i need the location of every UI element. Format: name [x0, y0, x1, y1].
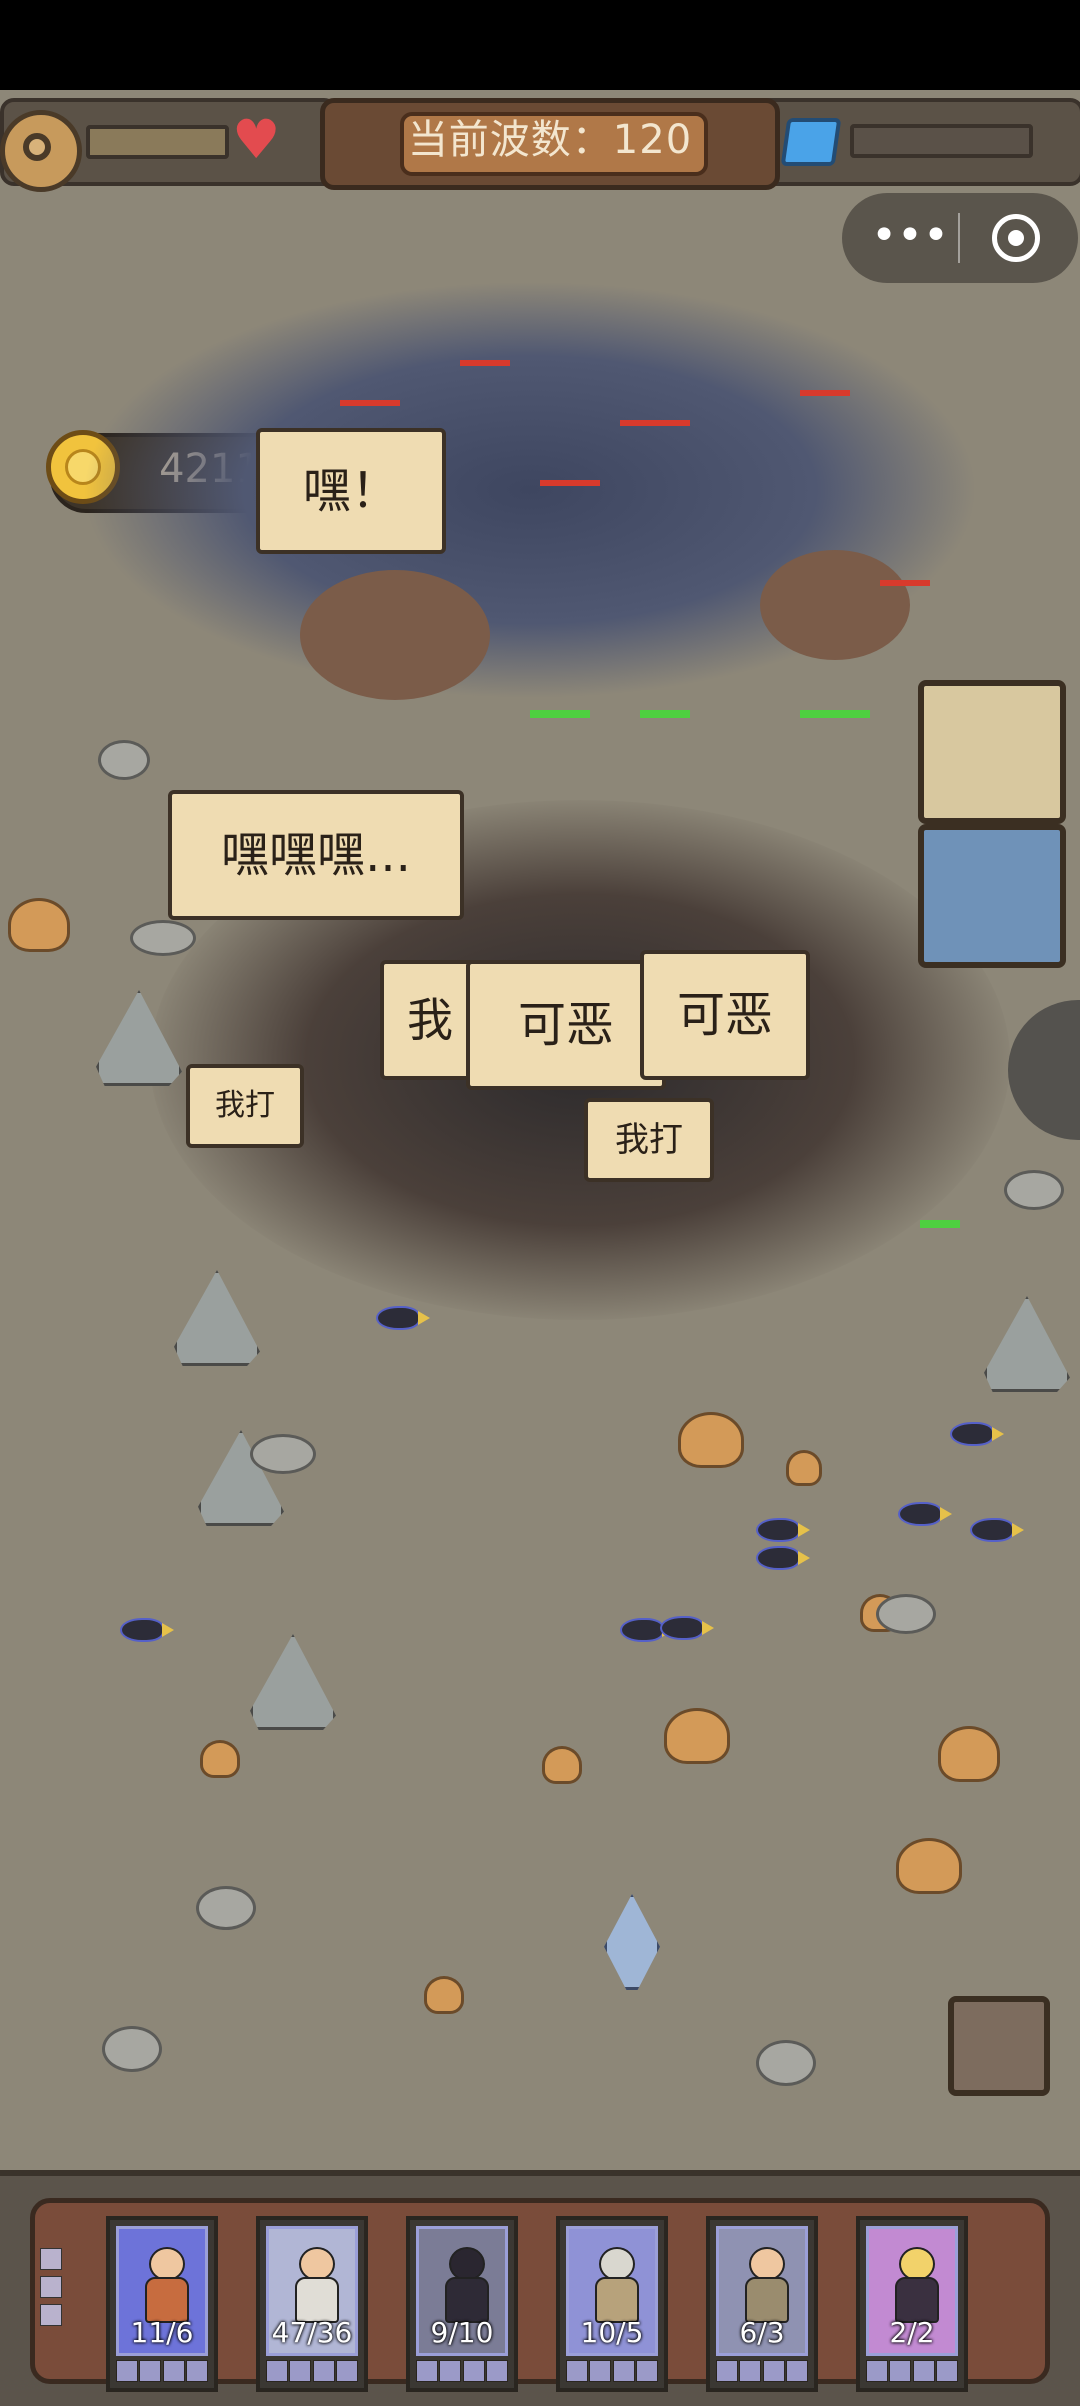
heart-icon: ♥: [232, 108, 281, 171]
unit-skill-icons: [416, 2360, 508, 2382]
unit-count: 2/2: [889, 2316, 935, 2349]
sand-mound: [938, 1726, 1000, 1782]
unit-card-fighter[interactable]: 6/3: [706, 2216, 818, 2392]
fish-unit: [620, 1618, 674, 1642]
enemy-hp-bar: [880, 580, 930, 586]
pebble: [130, 920, 196, 956]
speech-bubble: 我: [380, 960, 480, 1080]
sand-mound: [786, 1450, 822, 1486]
enemy-hp-bar: [340, 400, 400, 406]
wave-counter: 当前波数：120: [407, 117, 693, 163]
unit-skill-icons: [866, 2360, 958, 2382]
enemy-hp-bar: [460, 360, 510, 366]
enemy-hp-bar: [540, 480, 600, 486]
side-card-archer[interactable]: [918, 680, 1066, 824]
speech-bubble: 可恶: [640, 950, 810, 1080]
pebble: [250, 1434, 316, 1474]
fish-unit: [756, 1546, 810, 1570]
pebble: [98, 740, 150, 780]
unit-card-elder[interactable]: 10/5: [556, 2216, 668, 2392]
sand-mound: [424, 1976, 464, 2014]
sand-mound: [678, 1412, 744, 1468]
speech-bubble: 我打: [186, 1064, 304, 1148]
fish-unit: [950, 1422, 1004, 1446]
enemy-hp-bar: [800, 390, 850, 396]
tray-side-icons: [40, 2248, 64, 2328]
dust-cloud: [300, 570, 490, 700]
speech-bubble: 我打: [584, 1098, 714, 1182]
pebble: [196, 1886, 256, 1930]
rock: [250, 1634, 336, 1730]
pebble: [876, 1594, 936, 1634]
unit-count: 9/10: [430, 2316, 494, 2349]
pebble: [1004, 1170, 1064, 1210]
sand-mound: [200, 1740, 240, 1778]
unit-card-ninja[interactable]: 9/10: [406, 2216, 518, 2392]
ally-hp-bar: [920, 1220, 960, 1228]
sand-mound: [896, 1838, 962, 1894]
fish-unit: [898, 1502, 952, 1526]
ninja-card[interactable]: [948, 1996, 1050, 2096]
fish-unit: [120, 1618, 174, 1642]
fish-unit: [660, 1616, 714, 1640]
gear-icon[interactable]: [0, 110, 82, 192]
status-bar: [0, 0, 1080, 90]
fish-unit: [756, 1518, 810, 1542]
unit-count: 10/5: [580, 2316, 644, 2349]
ally-hp-bar: [530, 710, 590, 718]
unit-count: 11/6: [130, 2316, 194, 2349]
pebble: [102, 2026, 162, 2072]
pebble: [756, 2040, 816, 2086]
unit-count: 6/3: [739, 2316, 785, 2349]
speech-bubble: 嘿嘿嘿...: [168, 790, 464, 920]
more-dots-icon[interactable]: •••: [870, 213, 950, 263]
fish-unit: [376, 1306, 430, 1330]
sand-mound: [542, 1746, 582, 1784]
capsule-divider: [958, 213, 960, 263]
unit-skill-icons: [116, 2360, 208, 2382]
speech-bubble: 嘿！: [256, 428, 446, 554]
sand-mound: [8, 898, 70, 952]
unit-card-chef[interactable]: 47/36: [256, 2216, 368, 2392]
ally-hp-bar: [640, 710, 690, 718]
sand-mound: [664, 1708, 730, 1764]
unit-count: 47/36: [271, 2316, 353, 2349]
cube-icon: [780, 118, 842, 166]
enemy-hp-bar: [620, 420, 690, 426]
ally-hp-bar: [800, 710, 870, 718]
unit-skill-icons: [716, 2360, 808, 2382]
side-card-portal[interactable]: [918, 824, 1066, 968]
rocket-cursor: [604, 1894, 660, 1990]
unit-card-mage[interactable]: 2/2: [856, 2216, 968, 2392]
unit-card-archer[interactable]: 11/6: [106, 2216, 218, 2392]
resource-bar: [850, 124, 1033, 158]
unit-skill-icons: [266, 2360, 358, 2382]
fish-unit: [970, 1518, 1024, 1542]
dust-cloud: [760, 550, 910, 660]
speech-bubble: 可恶: [466, 960, 666, 1090]
health-bar: [86, 125, 229, 159]
unit-skill-icons: [566, 2360, 658, 2382]
target-circle-icon[interactable]: [992, 214, 1040, 262]
